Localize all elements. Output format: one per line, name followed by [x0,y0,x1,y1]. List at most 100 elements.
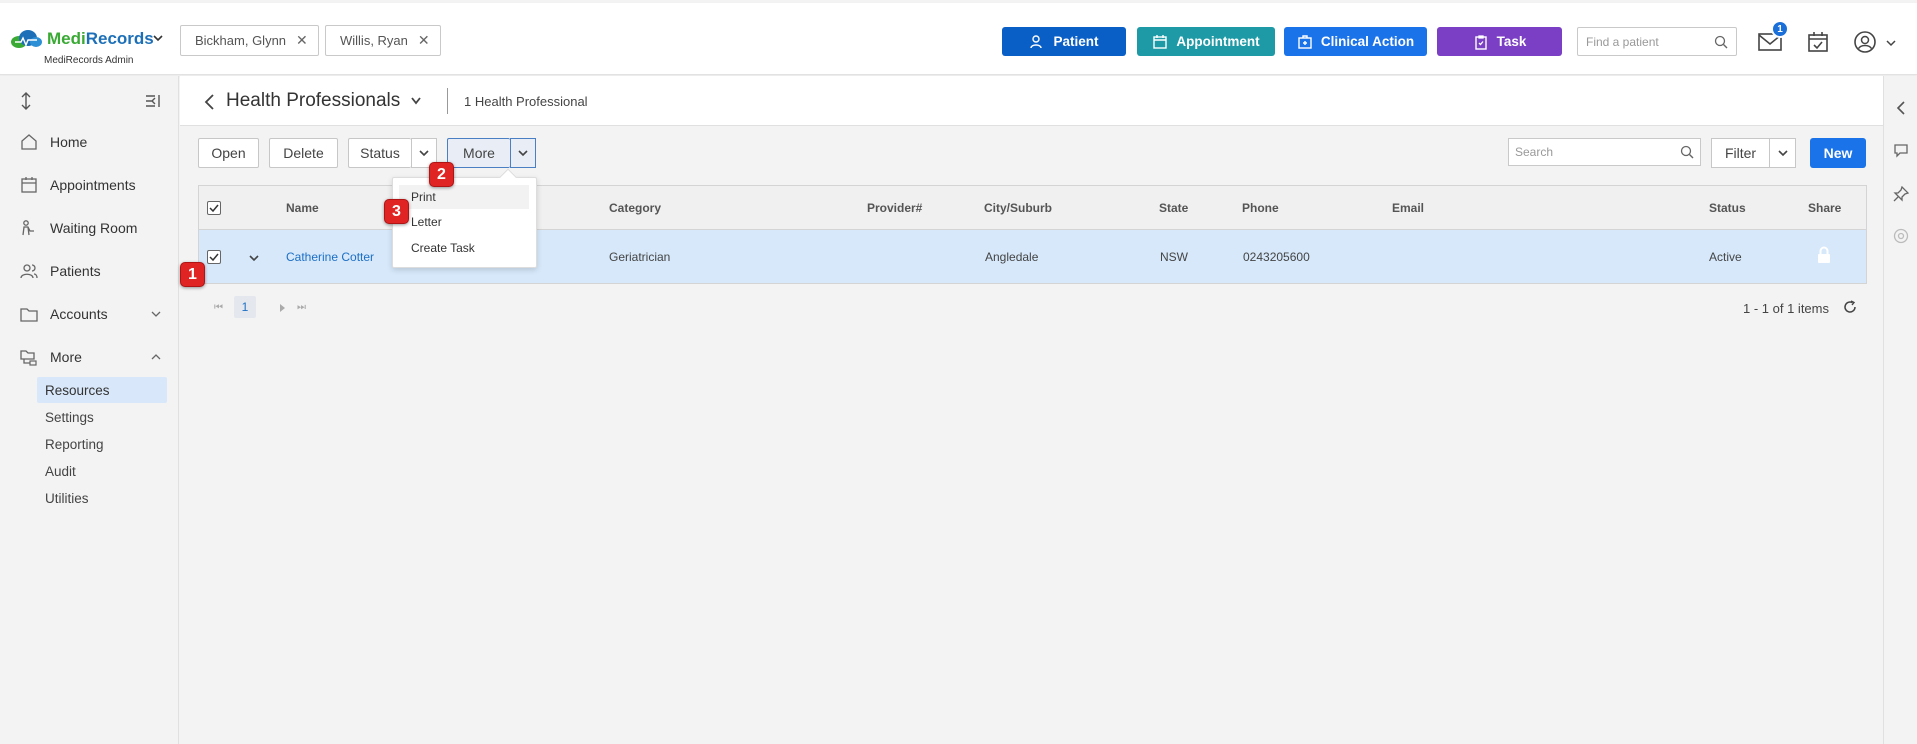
sidebar-item-accounts[interactable]: Accounts [0,301,179,327]
patients-icon [20,264,38,279]
more-button[interactable]: More [447,138,510,168]
folder-tree-icon [20,350,37,366]
medirecords-logo[interactable]: MediRecords [9,29,154,49]
collapse-sidebar-icon[interactable] [145,94,163,108]
new-task-button[interactable]: Task [1437,27,1562,56]
sidebar-item-label: Waiting Room [50,220,138,236]
patient-button-label: Patient [1053,34,1099,49]
status-button[interactable]: Status [348,138,411,168]
chevron-up-icon[interactable] [149,350,163,364]
sidebar-item-label: Accounts [50,306,108,322]
filter-button[interactable]: Filter [1711,138,1770,168]
row-checkbox[interactable] [207,250,221,264]
record-count: 1 Health Professional [464,94,588,109]
clipboard-icon [1474,34,1487,50]
patient-chip-label: Bickham, Glynn [195,33,287,48]
sidebar-item-label: More [50,349,82,365]
top-header: MediRecords MediRecords Admin Bickham, G… [0,3,1917,75]
column-header-email[interactable]: Email [1392,201,1424,215]
open-button[interactable]: Open [198,138,259,168]
calendar-icon [21,177,37,193]
cell-category: Geriatrician [609,250,671,264]
sidebar-item-home[interactable]: Home [0,129,179,155]
sidebar-item-patients[interactable]: Patients [0,258,179,284]
new-patient-button[interactable]: Patient [1002,27,1126,56]
find-patient-placeholder: Find a patient [1586,34,1659,49]
calendar-icon [1153,34,1168,49]
column-header-provider[interactable]: Provider# [867,201,922,215]
find-patient-input[interactable]: Find a patient [1577,27,1737,56]
step-marker-2: 2 [429,162,454,187]
first-page-icon[interactable]: ⏮ [214,302,223,313]
sidebar-item-label: Patients [50,263,101,279]
delete-button[interactable]: Delete [269,138,338,168]
chat-icon[interactable] [1893,142,1909,158]
mail-count-badge: 1 [1771,20,1789,38]
expand-vertical-icon[interactable] [19,92,33,110]
open-patient-chip[interactable]: Bickham, Glynn ✕ [180,25,319,56]
waiting-room-icon [22,220,34,236]
chevron-left-icon[interactable] [1893,100,1909,116]
menu-item-create-task[interactable]: Create Task [393,236,536,260]
more-dropdown-toggle[interactable] [510,138,536,168]
column-header-share: Share [1808,201,1842,215]
grid-search-input[interactable]: Search [1508,138,1701,166]
sidebar-item-waiting-room[interactable]: Waiting Room [0,215,179,241]
search-icon[interactable] [1680,145,1694,159]
sidebar-subitem-settings[interactable]: Settings [37,404,167,430]
new-button[interactable]: New [1810,138,1866,168]
right-rail [1883,76,1917,744]
step-marker-3: 3 [384,199,409,224]
calendar-check-icon[interactable] [1805,29,1831,55]
close-icon[interactable]: ✕ [296,32,308,49]
medical-kit-icon [1298,34,1312,49]
sidebar-subitem-utilities[interactable]: Utilities [37,485,167,511]
last-page-icon[interactable]: ⏭ [297,302,306,313]
professional-name-link[interactable]: Catherine Cotter [286,250,374,264]
chevron-down-icon[interactable] [410,96,422,106]
menu-item-print[interactable]: Print [399,185,529,209]
sidebar-item-label: Appointments [50,177,136,193]
column-header-state[interactable]: State [1159,201,1188,215]
chevron-down-icon[interactable] [152,32,164,44]
pin-icon[interactable] [1893,186,1909,202]
column-header-category[interactable]: Category [609,201,661,215]
user-account-icon[interactable] [1852,29,1878,55]
sidebar-subitem-audit[interactable]: Audit [37,458,167,484]
chevron-down-icon[interactable] [1886,38,1896,48]
page-title[interactable]: Health Professionals [226,90,400,112]
lock-icon[interactable] [1816,246,1832,264]
more-dropdown-menu: Print Letter Create Task [392,168,537,268]
cell-phone: 0243205600 [1243,250,1310,264]
clinical-action-button-label: Clinical Action [1320,34,1415,49]
column-header-name[interactable]: Name [286,201,319,215]
next-page-icon[interactable] [280,304,286,312]
sidebar-item-more[interactable]: More [0,344,179,370]
filter-dropdown-toggle[interactable] [1770,138,1796,168]
left-sidebar: Home Appointments Waiting Room Patients … [0,76,179,744]
back-arrow-icon[interactable] [204,94,216,110]
close-icon[interactable]: ✕ [418,32,430,49]
new-clinical-action-button[interactable]: Clinical Action [1284,27,1427,56]
select-all-checkbox[interactable] [207,201,221,215]
refresh-icon[interactable] [1843,300,1857,314]
divider [447,88,448,114]
column-header-status[interactable]: Status [1709,201,1746,215]
sidebar-item-appointments[interactable]: Appointments [0,172,179,198]
sidebar-subitem-resources[interactable]: Resources [37,377,167,403]
menu-item-letter[interactable]: Letter [393,210,536,234]
appointment-button-label: Appointment [1176,34,1260,49]
column-header-city[interactable]: City/Suburb [984,201,1052,215]
new-appointment-button[interactable]: Appointment [1137,27,1275,56]
page-number[interactable]: 1 [234,296,256,318]
home-icon [21,134,37,150]
chevron-down-icon[interactable] [149,307,163,321]
column-header-phone[interactable]: Phone [1242,201,1279,215]
expand-row-icon[interactable] [249,254,259,262]
open-patient-chip[interactable]: Willis, Ryan ✕ [325,25,441,56]
sidebar-item-label: Home [50,134,88,150]
search-icon[interactable] [1714,35,1728,49]
cloud-logo-icon [11,30,42,48]
at-sign-icon[interactable] [1893,228,1909,244]
sidebar-subitem-reporting[interactable]: Reporting [37,431,167,457]
